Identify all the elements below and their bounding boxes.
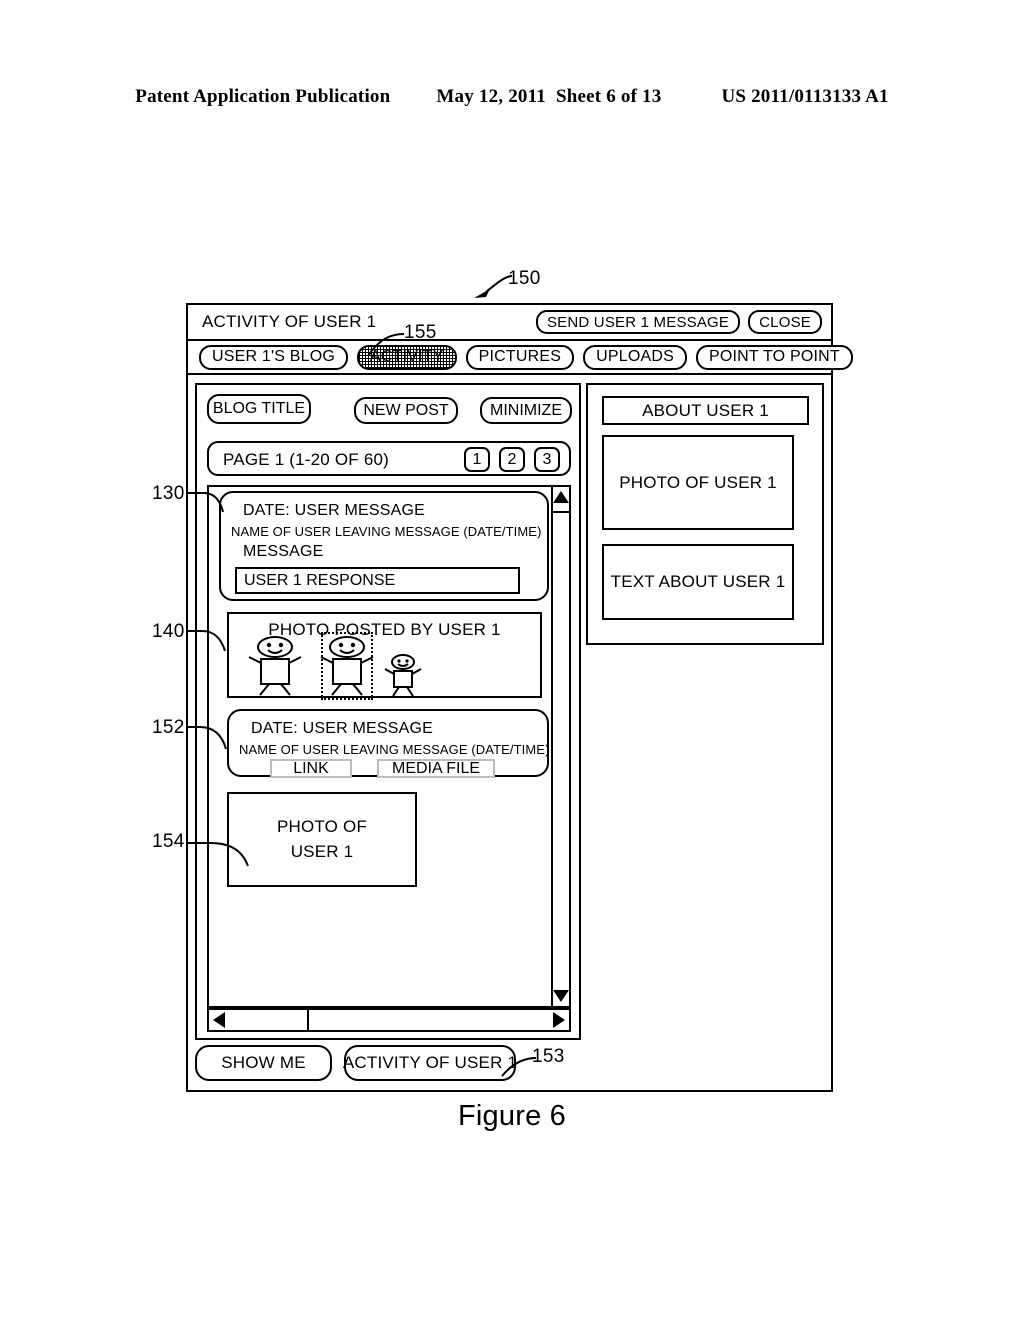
feed-viewport: DATE: USER MESSAGE NAME OF USER LEAVING … — [207, 485, 571, 1008]
tab-point-to-point[interactable]: POINT TO POINT — [696, 344, 853, 370]
about-user-text: TEXT ABOUT USER 1 — [602, 544, 794, 620]
send-user-message-button[interactable]: SEND USER 1 MESSAGE — [535, 310, 741, 334]
callout-150-label: 150 — [508, 268, 541, 289]
vertical-scroll-thumb[interactable] — [553, 511, 569, 513]
window-actions: SEND USER 1 MESSAGE CLOSE — [535, 310, 822, 334]
tab-pictures[interactable]: PICTURES — [465, 344, 575, 370]
window-body: BLOG TITLE NEW POST MINIMIZE PAGE 1 (1-2… — [188, 375, 831, 1090]
photo-of-user-text: PHOTO OF USER 1 — [277, 815, 367, 864]
message-2-date: DATE: USER MESSAGE — [251, 720, 434, 737]
blog-toolbar: BLOG TITLE NEW POST MINIMIZE — [197, 385, 579, 431]
feed-area[interactable]: DATE: USER MESSAGE NAME OF USER LEAVING … — [207, 485, 551, 1008]
blog-panel: BLOG TITLE NEW POST MINIMIZE PAGE 1 (1-2… — [195, 383, 581, 1040]
tab-activity[interactable]: ACTIVITY — [357, 344, 457, 370]
message-1-body-label: MESSAGE — [243, 543, 324, 560]
triangle-up-icon[interactable] — [553, 491, 569, 503]
triangle-left-icon[interactable] — [213, 1012, 225, 1028]
tab-user-1-blog-label: USER 1'S BLOG — [212, 348, 336, 365]
window-title: ACTIVITY OF USER 1 — [202, 312, 377, 331]
page-button-2[interactable]: 2 — [499, 447, 525, 472]
footer-bar: SHOW ME ACTIVITY OF USER 1 — [195, 1045, 517, 1081]
callout-153-label: 153 — [532, 1046, 565, 1067]
window-title-bar: ACTIVITY OF USER 1 SEND USER 1 MESSAGE C… — [188, 305, 831, 341]
page-button-3[interactable]: 3 — [534, 447, 560, 472]
minimize-button[interactable]: MINIMIZE — [480, 397, 572, 424]
callout-130-label: 130 — [152, 483, 185, 504]
tab-uploads-label: UPLOADS — [596, 348, 675, 365]
message-card-1[interactable]: DATE: USER MESSAGE NAME OF USER LEAVING … — [219, 491, 549, 601]
message-1-response-input[interactable]: USER 1 RESPONSE — [235, 567, 520, 594]
about-user-header: ABOUT USER 1 — [602, 396, 809, 425]
new-post-button[interactable]: NEW POST — [354, 397, 458, 424]
triangle-down-icon[interactable] — [553, 990, 569, 1002]
message-1-author: NAME OF USER LEAVING MESSAGE (DATE/TIME) — [231, 524, 542, 539]
callout-140-label: 140 — [152, 621, 185, 642]
callout-155-label: 155 — [404, 322, 437, 343]
photo-post-card[interactable]: PHOTO POSTED BY USER 1 — [227, 612, 542, 700]
about-panel: ABOUT USER 1 PHOTO OF USER 1 TEXT ABOUT … — [586, 383, 824, 645]
message-card-2[interactable]: DATE: USER MESSAGE NAME OF USER LEAVING … — [227, 709, 550, 778]
photo-of-user-line-1: PHOTO OF — [276, 816, 368, 836]
tab-activity-label: ACTIVITY — [370, 348, 444, 365]
tab-point-to-point-label: POINT TO POINT — [709, 348, 840, 365]
photo-of-user-line-2: USER 1 — [290, 841, 354, 861]
close-button[interactable]: CLOSE — [748, 310, 822, 334]
message-1-date: DATE: USER MESSAGE — [243, 502, 426, 519]
show-me-button[interactable]: SHOW ME — [195, 1045, 332, 1081]
sheet-number: Sheet 6 of 13 — [555, 86, 662, 107]
callout-154-label: 154 — [152, 831, 185, 852]
page-button-1[interactable]: 1 — [464, 447, 490, 472]
tab-uploads[interactable]: UPLOADS — [583, 344, 688, 370]
triangle-right-icon[interactable] — [553, 1012, 565, 1028]
patent-number: US 2011/0113133 A1 — [721, 86, 889, 107]
patent-page-header: Patent Application Publication May 12, 2… — [0, 86, 1024, 108]
photo-of-user-card[interactable]: PHOTO OF USER 1 — [227, 792, 417, 887]
tab-pictures-label: PICTURES — [478, 348, 562, 365]
publication-label: Patent Application Publication — [135, 86, 391, 107]
about-user-photo[interactable]: PHOTO OF USER 1 — [602, 435, 794, 530]
link-button[interactable]: LINK — [270, 759, 352, 778]
horizontal-scroll-thumb[interactable] — [307, 1010, 309, 1030]
pager-numbers: 1 2 3 — [464, 447, 560, 472]
horizontal-scrollbar[interactable] — [207, 1008, 571, 1032]
media-file-button[interactable]: MEDIA FILE — [377, 759, 495, 778]
stick-figure-adult-left-icon — [248, 636, 302, 696]
tab-strip: USER 1'S BLOG ACTIVITY PICTURES UPLOADS … — [188, 341, 853, 375]
stick-figure-child-right-icon — [384, 654, 422, 697]
activity-window: ACTIVITY OF USER 1 SEND USER 1 MESSAGE C… — [186, 303, 853, 1092]
publication-date: May 12, 2011 — [436, 86, 546, 107]
figure-caption: Figure 6 — [458, 1100, 566, 1132]
message-2-author: NAME OF USER LEAVING MESSAGE (DATE/TIME) — [239, 742, 550, 757]
pager-bar: PAGE 1 (1-20 OF 60) 1 2 3 — [207, 441, 571, 476]
vertical-scrollbar[interactable] — [551, 485, 571, 1008]
stick-figure-adult-middle-icon — [320, 636, 374, 696]
tab-user-1-blog[interactable]: USER 1'S BLOG — [199, 344, 349, 370]
blog-title-button[interactable]: BLOG TITLE — [207, 394, 311, 424]
callout-152-label: 152 — [152, 717, 185, 738]
pager-label: PAGE 1 (1-20 OF 60) — [223, 450, 389, 469]
activity-of-user-button[interactable]: ACTIVITY OF USER 1 — [343, 1045, 517, 1081]
